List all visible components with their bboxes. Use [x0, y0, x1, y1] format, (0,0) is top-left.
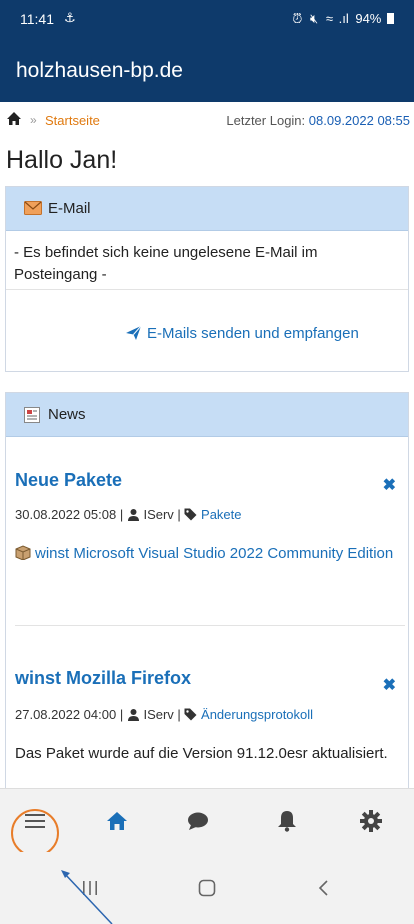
envelope-icon — [24, 201, 42, 220]
last-login: Letzter Login: 08.09.2022 08:55 — [226, 113, 410, 128]
breadcrumb-separator: » — [30, 113, 37, 127]
news-item-meta: 27.08.2022 04:00 | IServ | Änderungsprot… — [15, 707, 314, 722]
battery-level: 94% — [355, 11, 382, 26]
news-panel: News Neue Pakete ✖ 30.08.2022 05:08 | IS… — [5, 392, 409, 832]
news-item-datetime: 30.08.2022 05:08 — [15, 507, 117, 522]
news-item-body: winst Microsoft Visual Studio 2022 Commu… — [15, 543, 405, 565]
breadcrumb-startseite[interactable]: Startseite — [45, 113, 100, 128]
notification-icon: ⚓︎ — [64, 10, 76, 25]
system-home-button[interactable] — [177, 852, 237, 924]
send-receive-emails-label: E-Mails senden und empfangen — [147, 325, 359, 342]
last-login-label: Letzter Login: — [226, 113, 306, 128]
news-item-tag-link[interactable]: Änderungsprotokoll — [201, 707, 313, 722]
dismiss-news-button[interactable]: ✖ — [383, 475, 396, 495]
status-time: 11:41 — [20, 11, 54, 27]
chat-button[interactable] — [168, 789, 228, 853]
recent-apps-icon — [83, 881, 97, 895]
battery-icon — [387, 13, 394, 24]
breadcrumb-home-icon[interactable] — [6, 111, 22, 131]
last-login-date: 08.09.2022 08:55 — [308, 113, 410, 128]
status-icons: ⏰︎ 🔇︎ ≈ .ıl 94% — [292, 11, 394, 27]
divider — [6, 289, 408, 290]
back-chevron-icon — [318, 880, 328, 896]
send-receive-emails-link[interactable]: E-Mails senden und empfangen — [126, 325, 359, 342]
settings-button[interactable] — [341, 789, 401, 853]
back-button[interactable] — [293, 852, 353, 924]
news-item-author: IServ — [143, 707, 174, 722]
user-icon — [127, 509, 139, 521]
status-bar: 11:41 ⚓︎ ⏰︎ 🔇︎ ≈ .ıl 94% — [0, 0, 414, 38]
news-item: Neue Pakete — [15, 470, 405, 491]
email-panel-title: E-Mail — [48, 200, 91, 217]
menu-icon — [25, 814, 45, 828]
paper-plane-icon — [126, 325, 142, 340]
app-header: holzhausen-bp.de — [0, 38, 414, 102]
recent-apps-button[interactable] — [60, 852, 120, 924]
notifications-button[interactable] — [257, 789, 317, 853]
user-icon — [127, 709, 139, 721]
bottom-nav — [0, 788, 414, 852]
wifi-icon: ≈ — [325, 11, 333, 26]
divider — [15, 625, 405, 626]
news-icon — [24, 407, 40, 428]
system-nav-bar — [0, 852, 414, 924]
chat-icon — [188, 812, 208, 830]
email-panel: E-Mail - Es befindet sich keine ungelese… — [5, 186, 409, 372]
news-panel-header: News — [6, 393, 408, 437]
dismiss-news-button[interactable]: ✖ — [383, 675, 396, 695]
tag-icon — [184, 708, 197, 721]
package-icon — [15, 545, 31, 561]
news-item-tag-link[interactable]: Pakete — [201, 507, 241, 522]
news-item-datetime: 27.08.2022 04:00 — [15, 707, 117, 722]
home-icon — [107, 812, 127, 830]
bell-icon — [278, 811, 296, 832]
package-link[interactable]: winst Microsoft Visual Studio 2022 Commu… — [35, 545, 393, 562]
home-button[interactable] — [87, 789, 147, 853]
news-item-author: IServ — [143, 507, 174, 522]
news-item-title[interactable]: Neue Pakete — [15, 470, 405, 491]
menu-button[interactable] — [5, 789, 65, 853]
home-square-icon — [198, 879, 216, 897]
greeting: Hallo Jan! — [6, 146, 118, 174]
email-status-message: - Es befindet sich keine ungelesene E-Ma… — [14, 244, 318, 283]
gear-icon — [360, 810, 382, 832]
news-panel-title: News — [48, 406, 86, 423]
email-panel-header: E-Mail — [6, 187, 408, 231]
news-item-body: Das Paket wurde auf die Version 91.12.0e… — [15, 745, 388, 762]
signal-icon: .ıl — [338, 11, 349, 26]
alarm-icon: ⏰︎ — [292, 11, 303, 26]
mute-icon: 🔇︎ — [310, 11, 319, 26]
news-item: winst Mozilla Firefox — [15, 668, 405, 689]
news-item-meta: 30.08.2022 05:08 | IServ | Pakete — [15, 507, 242, 522]
tag-icon — [184, 508, 197, 521]
site-title: holzhausen-bp.de — [16, 59, 183, 82]
news-item-title[interactable]: winst Mozilla Firefox — [15, 668, 405, 689]
